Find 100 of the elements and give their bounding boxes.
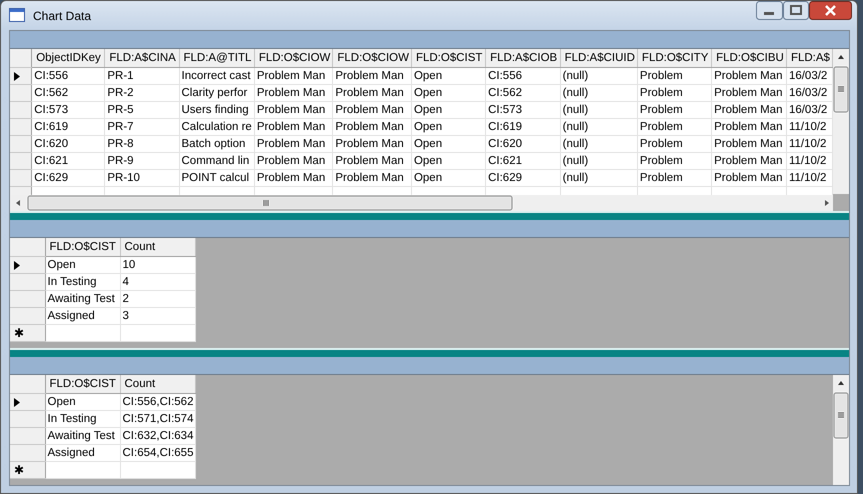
table-cell: Open [411,152,486,170]
table-cell: Problem Man [712,84,786,102]
table-cell: PR-10 [104,170,179,186]
table-cell: 11/10/2 [786,152,832,170]
table-cell: Problem Man [332,102,412,118]
column-header[interactable]: Count [120,375,196,394]
window-icon [9,8,25,22]
table-cell: Awaiting Test [45,290,120,308]
table-cell: CI:562 [32,84,105,102]
table-cell: Calculation re [179,118,254,136]
table-cell: Problem [637,102,712,118]
table-cell: Open [411,102,486,118]
table-cell: Problem Man [712,68,786,84]
vertical-scrollbar[interactable] [833,375,849,485]
table-cell: Problem Man [254,68,333,84]
column-header[interactable]: FLD:O$CIST [45,238,120,256]
column-header[interactable]: FLD:A@TITL [179,49,254,68]
table-cell: CI:562 [486,84,560,102]
table-cell[interactable] [45,324,120,342]
table-cell: PR-7 [104,118,179,136]
current-row-icon [14,72,20,80]
new-row-marker: ✱ [14,326,24,340]
new-row-marker: ✱ [14,463,24,477]
table-cell: Open [411,68,486,84]
column-header[interactable]: ObjectIDKey [32,49,105,68]
table-cell: 16/03/2 [786,68,832,84]
table-cell: CI:654,CI:655 [120,444,196,462]
table-cell: Problem Man [254,152,333,170]
table-cell: CI:571,CI:574 [120,410,196,428]
column-header[interactable]: Count [120,238,195,256]
table-cell: CI:573 [32,102,105,118]
table-cell: Problem Man [254,102,333,118]
table-cell[interactable] [45,462,120,478]
table-cell: CI:556,CI:562 [120,394,196,410]
table-cell: CI:632,CI:634 [120,428,196,444]
row-header[interactable] [10,394,45,410]
table-cell: CI:619 [486,118,560,136]
table-cell: Open [45,256,120,274]
table-cell: Problem Man [254,118,333,136]
table-cell: 11/10/2 [786,170,832,186]
table-cell: Open [411,170,486,186]
table-cell[interactable] [120,462,196,478]
table-cell: CI:629 [486,170,560,186]
table-cell: Open [411,118,486,136]
table-cell: Assigned [45,308,120,324]
table-cell: 4 [120,274,195,290]
table-cell: Problem Man [332,68,412,84]
table-cell: CI:573 [486,102,560,118]
column-header[interactable]: FLD:A$CINA [104,49,179,68]
row-header[interactable] [10,256,45,274]
table-cell: Problem Man [712,136,786,152]
table-cell: 10 [120,256,195,274]
table-cell: Problem Man [254,136,333,152]
table-cell: Batch option [179,136,254,152]
table-cell: 11/10/2 [786,136,832,152]
horizontal-scrollbar[interactable] [10,195,833,211]
column-header[interactable]: FLD:O$CIOW [254,49,333,68]
vertical-scrollbar[interactable] [833,49,849,194]
table-cell: Users finding [179,102,254,118]
table-cell: (null) [560,84,638,102]
table-cell: CI:556 [486,68,560,84]
column-header[interactable]: FLD:A$ [786,49,832,68]
table-cell: Open [411,84,486,102]
minimize-button[interactable] [756,1,783,20]
table-cell: Problem Man [712,152,786,170]
maximize-button[interactable] [783,1,809,20]
table-cell: Problem Man [332,84,412,102]
row-header[interactable] [10,68,32,84]
table-cell: Problem [637,118,712,136]
splitter-bar[interactable] [10,348,849,357]
table-cell: 2 [120,290,195,308]
table-cell: CI:629 [32,170,105,186]
column-header[interactable]: FLD:O$CITY [637,49,712,68]
table-cell[interactable] [120,324,195,342]
table-cell: CI:621 [32,152,105,170]
table-cell: Clarity perfor [179,84,254,102]
table-cell: CI:620 [486,136,560,152]
column-header[interactable]: FLD:O$CIBU [712,49,786,68]
column-header[interactable]: FLD:A$CIUID [560,49,638,68]
current-row-icon [14,398,20,406]
table-cell: PR-5 [104,102,179,118]
column-header[interactable]: FLD:O$CIST [45,375,120,394]
column-header[interactable]: FLD:A$CIOB [486,49,560,68]
table-cell: (null) [560,170,638,186]
table-cell: Problem [637,170,712,186]
table-cell: Problem Man [712,102,786,118]
table-cell: Assigned [45,444,120,462]
table-cell: 11/10/2 [786,118,832,136]
close-button[interactable] [809,1,852,20]
column-header[interactable]: FLD:O$CIST [411,49,486,68]
table-cell: PR-1 [104,68,179,84]
table-cell: Problem [637,152,712,170]
table-cell: Incorrect cast [179,68,254,84]
table-cell: Problem [637,68,712,84]
column-header[interactable]: FLD:O$CIOW [332,49,412,68]
table-cell: 3 [120,308,195,324]
splitter-bar[interactable] [10,211,849,220]
table-cell: CI:621 [486,152,560,170]
table-cell: (null) [560,68,638,84]
table-cell: (null) [560,136,638,152]
